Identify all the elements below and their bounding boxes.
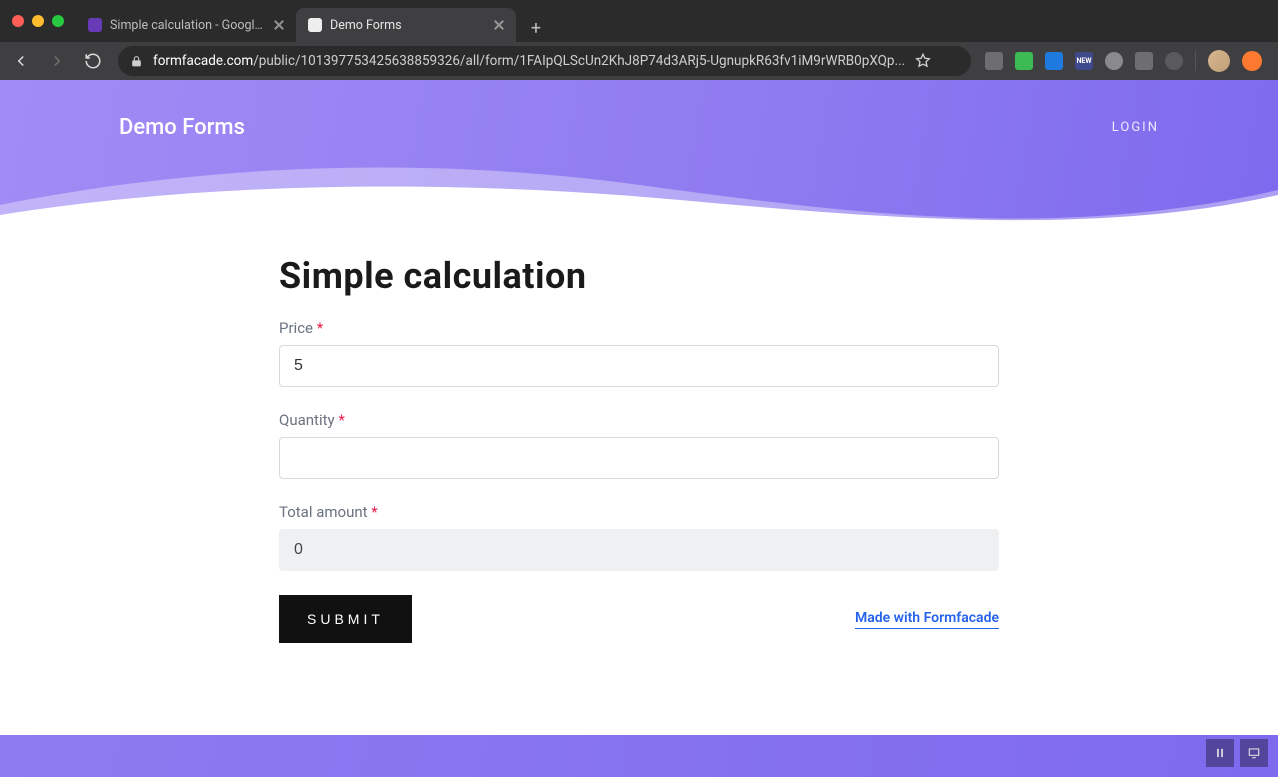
browser-chrome: Simple calculation - Google Form Demo Fo…	[0, 0, 1278, 80]
bookmark-star-icon[interactable]	[915, 53, 931, 69]
tabs-container: Simple calculation - Google Form Demo Fo…	[76, 0, 550, 42]
profile-avatar[interactable]	[1208, 50, 1230, 72]
quantity-input[interactable]	[279, 437, 999, 479]
extension-icon[interactable]	[1135, 52, 1153, 70]
label-text: Total amount	[279, 503, 368, 521]
floating-controls	[1206, 739, 1268, 767]
url-domain: formfacade.com	[153, 53, 253, 69]
address-bar[interactable]: formfacade.com/public/101397753425638859…	[118, 46, 971, 76]
forward-button[interactable]	[46, 50, 68, 72]
new-tab-button[interactable]: +	[522, 14, 550, 42]
close-window-dot[interactable]	[12, 15, 24, 27]
label-text: Quantity	[279, 411, 335, 429]
field-total: Total amount *	[279, 503, 999, 571]
tab-active[interactable]: Demo Forms	[296, 8, 516, 42]
minimize-window-dot[interactable]	[32, 15, 44, 27]
formfacade-credit-link[interactable]: Made with Formfacade	[855, 610, 999, 629]
tab-title: Demo Forms	[330, 18, 402, 33]
reload-icon	[84, 52, 102, 70]
arrow-left-icon	[12, 52, 30, 70]
close-tab-icon[interactable]	[492, 18, 506, 32]
tab-bar: Simple calculation - Google Form Demo Fo…	[0, 0, 1278, 42]
close-tab-icon[interactable]	[272, 18, 286, 32]
page-footer-band	[0, 735, 1278, 777]
login-link[interactable]: LOGIN	[1112, 120, 1159, 135]
label-text: Price	[279, 319, 313, 337]
form-container: Simple calculation Price * Quantity * To…	[279, 235, 999, 683]
google-forms-favicon-icon	[88, 18, 102, 32]
pause-button[interactable]	[1206, 739, 1234, 767]
price-input[interactable]	[279, 345, 999, 387]
price-label: Price *	[279, 319, 999, 337]
arrow-right-icon	[48, 52, 66, 70]
extension-icon[interactable]: NEW	[1075, 52, 1093, 70]
page-hero: Demo Forms LOGIN	[0, 80, 1278, 235]
lock-icon	[130, 55, 143, 68]
submit-button[interactable]: SUBMIT	[279, 595, 412, 643]
extension-icon[interactable]	[1105, 52, 1123, 70]
site-favicon-icon	[308, 18, 322, 32]
form-footer: SUBMIT Made with Formfacade	[279, 595, 999, 643]
extension-icon[interactable]	[1165, 52, 1183, 70]
pause-icon	[1213, 746, 1227, 760]
browser-toolbar: formfacade.com/public/101397753425638859…	[0, 42, 1278, 80]
extension-icon[interactable]	[1242, 51, 1262, 71]
maximize-window-dot[interactable]	[52, 15, 64, 27]
back-button[interactable]	[10, 50, 32, 72]
present-button[interactable]	[1240, 739, 1268, 767]
total-label: Total amount *	[279, 503, 999, 521]
extension-icon[interactable]	[1015, 52, 1033, 70]
present-icon	[1247, 746, 1261, 760]
wave-decoration-icon	[0, 175, 1278, 235]
required-asterisk: *	[338, 411, 344, 429]
macos-window-controls[interactable]	[12, 15, 64, 27]
tab-title: Simple calculation - Google Form	[110, 18, 264, 33]
extension-icons: NEW	[985, 50, 1268, 72]
field-price: Price *	[279, 319, 999, 387]
reload-button[interactable]	[82, 50, 104, 72]
quantity-label: Quantity *	[279, 411, 999, 429]
form-title: Simple calculation	[279, 255, 999, 297]
extension-icon[interactable]	[1045, 52, 1063, 70]
required-asterisk: *	[317, 319, 323, 337]
total-input	[279, 529, 999, 571]
url-path: /public/101397753425638859326/all/form/1…	[253, 53, 905, 69]
field-quantity: Quantity *	[279, 411, 999, 479]
extension-icon[interactable]	[985, 52, 1003, 70]
tab-inactive[interactable]: Simple calculation - Google Form	[76, 8, 296, 42]
site-brand[interactable]: Demo Forms	[119, 115, 245, 140]
required-asterisk: *	[371, 503, 377, 521]
